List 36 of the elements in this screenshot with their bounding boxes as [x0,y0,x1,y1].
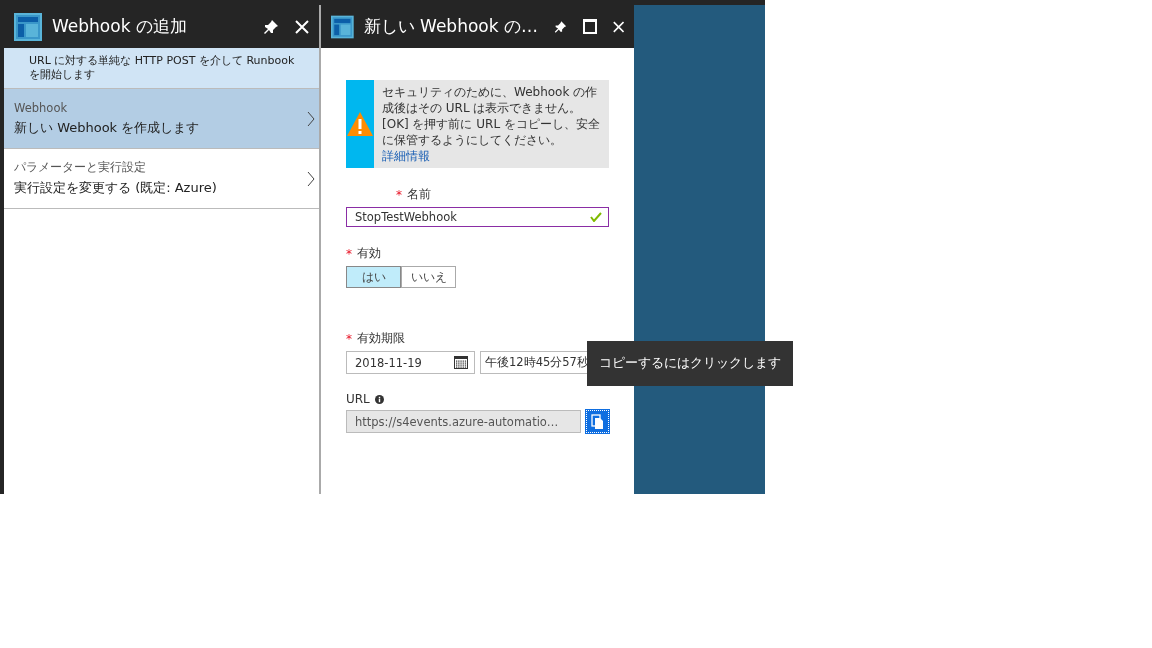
tooltip: コピーするにはクリックします [587,341,793,386]
close-icon[interactable] [295,19,309,34]
item-value: 新しい Webhook を作成します [14,118,201,137]
copy-button[interactable] [586,410,609,433]
calendar-icon[interactable] [454,356,468,369]
warning-icon [346,111,374,137]
copy-icon [590,413,605,430]
required-mark: * [346,246,352,261]
field-label: 有効 [357,245,381,262]
chevron-icon [307,110,315,127]
warning-text: セキュリティのために、Webhook の作成後はその URL は表示できません。[OK] を押す前に URL をコピーし、安全に保管するようにしてください。 詳細情報 [381,84,601,165]
item-label: Webhook [14,100,69,115]
field-label: 名前 [407,186,431,203]
info-icon[interactable] [374,394,384,404]
date-field[interactable]: 2018-11-19 [346,351,475,374]
chevron-icon [307,170,315,187]
blade-icon [14,12,42,41]
settings-item[interactable]: パラメーターと実行設定 実行設定を変更する (既定: Azure) [4,148,319,209]
maximize-icon[interactable] [582,19,597,34]
item-label: パラメーターと実行設定 [14,160,147,175]
learn-more-link[interactable]: 詳細情報 [382,149,430,163]
name-field[interactable]: StopTestWebhook [346,207,609,227]
description-text: URL に対する単純な HTTP POST を介して Runbook を開始します [4,48,319,88]
required-mark: * [396,187,402,202]
toggle-option[interactable]: はい [346,266,401,288]
pin-icon[interactable] [263,18,279,35]
item-value: 実行設定を変更する (既定: Azure) [14,179,218,197]
required-mark: * [346,331,352,346]
field-label: 有効期限 [357,330,405,347]
url-field[interactable]: https://s4events.azure-automatio… [346,410,581,433]
blade-title: 新しい Webhook の… [363,15,538,38]
toggle-option[interactable]: いいえ [401,266,456,288]
close-icon[interactable] [612,19,624,34]
field-label: URL [346,392,370,406]
blade-title: Webhook の追加 [52,15,188,38]
settings-item[interactable]: Webhook 新しい Webhook を作成します [4,88,319,148]
